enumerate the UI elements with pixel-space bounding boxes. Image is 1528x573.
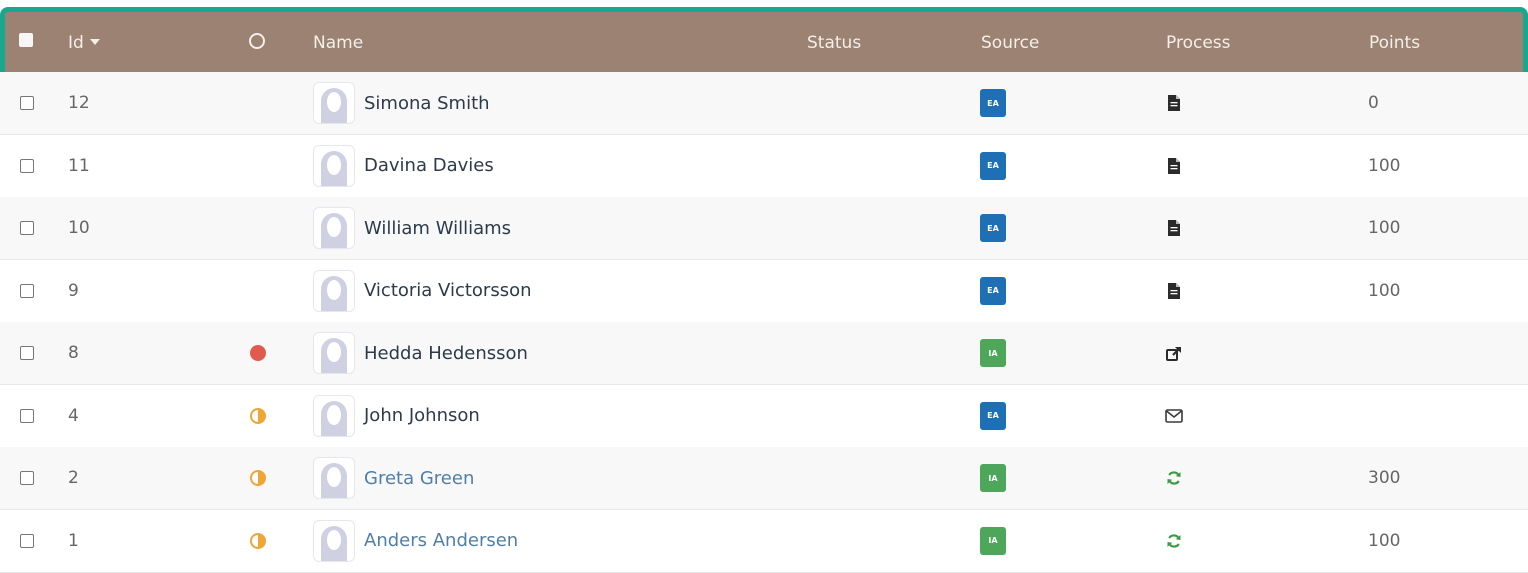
select-all-checkbox[interactable] (19, 12, 33, 75)
contact-name-link[interactable]: Anders Andersen (364, 510, 518, 572)
envelope-icon (1165, 407, 1183, 425)
avatar[interactable] (313, 269, 355, 312)
contact-name-link[interactable]: John Johnson (364, 385, 480, 447)
table-row[interactable]: 10 William Williams EA 100 (0, 197, 1528, 260)
row-state (250, 322, 266, 384)
column-header-state[interactable] (249, 12, 265, 75)
contact-name-link[interactable]: Hedda Hedensson (364, 322, 528, 384)
avatar[interactable] (313, 144, 355, 187)
table-row[interactable]: 8 Hedda Hedensson IA (0, 322, 1528, 385)
row-points: 100 (1368, 280, 1401, 301)
source-badge: EA (980, 401, 1006, 430)
document-icon (1165, 94, 1183, 112)
refresh-icon (1165, 532, 1183, 550)
table-row[interactable]: 2 Greta Green IA 300 (0, 447, 1528, 510)
red-dot-icon (250, 345, 266, 361)
avatar[interactable] (313, 332, 355, 374)
column-header-status[interactable]: Status (807, 12, 861, 75)
column-header-id[interactable]: Id (68, 12, 100, 75)
contact-name-link[interactable]: Davina Davies (364, 135, 494, 197)
column-header-points[interactable]: Points (1369, 12, 1420, 75)
table-row[interactable]: 11 Davina Davies EA 100 (0, 134, 1528, 198)
table-row[interactable]: 1 Anders Andersen IA 100 (0, 509, 1528, 573)
row-id: 9 (68, 280, 79, 301)
contact-name-link[interactable]: Greta Green (364, 447, 474, 509)
document-icon (1165, 219, 1183, 237)
row-state (250, 385, 266, 447)
half-circle-icon (250, 407, 266, 424)
column-header-name[interactable]: Name (313, 12, 363, 75)
half-circle-icon (250, 532, 266, 549)
row-id: 1 (68, 530, 79, 551)
row-points: 100 (1368, 218, 1401, 238)
row-id: 4 (68, 405, 79, 426)
source-badge: EA (980, 151, 1006, 180)
share-icon (1165, 344, 1183, 362)
column-header-process[interactable]: Process (1166, 12, 1231, 75)
row-checkbox[interactable] (20, 471, 34, 485)
sort-desc-icon (89, 38, 100, 45)
row-points: 100 (1368, 155, 1401, 176)
source-badge: IA (980, 464, 1006, 492)
row-state (250, 447, 266, 509)
source-badge: IA (980, 526, 1006, 555)
contacts-table: Id Name Status Source Process Points 12 S… (0, 0, 1528, 573)
document-icon (1165, 157, 1183, 175)
row-checkbox[interactable] (20, 283, 34, 298)
column-header-id-label: Id (68, 33, 84, 53)
table-row[interactable]: 9 Victoria Victorsson EA 100 (0, 259, 1528, 323)
contact-name-link[interactable]: Victoria Victorsson (364, 260, 532, 322)
half-circle-icon (250, 470, 266, 486)
circle-icon (249, 32, 265, 49)
table-header: Id Name Status Source Process Points (0, 7, 1528, 80)
row-checkbox[interactable] (20, 158, 34, 173)
table-row[interactable]: 4 John Johnson EA (0, 384, 1528, 448)
avatar[interactable] (313, 82, 355, 124)
avatar[interactable] (313, 457, 355, 499)
row-id: 10 (68, 218, 90, 238)
row-checkbox[interactable] (20, 408, 34, 423)
avatar[interactable] (313, 207, 355, 249)
row-points: 0 (1368, 93, 1379, 113)
select-all-box[interactable] (19, 33, 33, 47)
document-icon (1165, 282, 1183, 300)
row-checkbox[interactable] (20, 533, 34, 548)
row-id: 11 (68, 155, 90, 176)
column-header-source[interactable]: Source (981, 12, 1039, 75)
avatar[interactable] (313, 519, 355, 562)
row-id: 2 (68, 468, 79, 488)
row-state (250, 510, 266, 572)
row-checkbox[interactable] (20, 346, 34, 360)
row-points: 300 (1368, 468, 1401, 488)
row-points: 100 (1368, 530, 1401, 551)
contact-name-link[interactable]: Simona Smith (364, 72, 490, 134)
refresh-icon (1165, 469, 1183, 487)
row-id: 8 (68, 343, 79, 363)
row-checkbox[interactable] (20, 221, 34, 235)
contact-name-link[interactable]: William Williams (364, 197, 511, 259)
row-id: 12 (68, 93, 90, 113)
source-badge: EA (980, 214, 1006, 242)
avatar[interactable] (313, 394, 355, 437)
source-badge: EA (980, 276, 1006, 305)
table-row[interactable]: 12 Simona Smith EA 0 (0, 72, 1528, 135)
row-checkbox[interactable] (20, 96, 34, 110)
source-badge: IA (980, 339, 1006, 367)
source-badge: EA (980, 89, 1006, 117)
